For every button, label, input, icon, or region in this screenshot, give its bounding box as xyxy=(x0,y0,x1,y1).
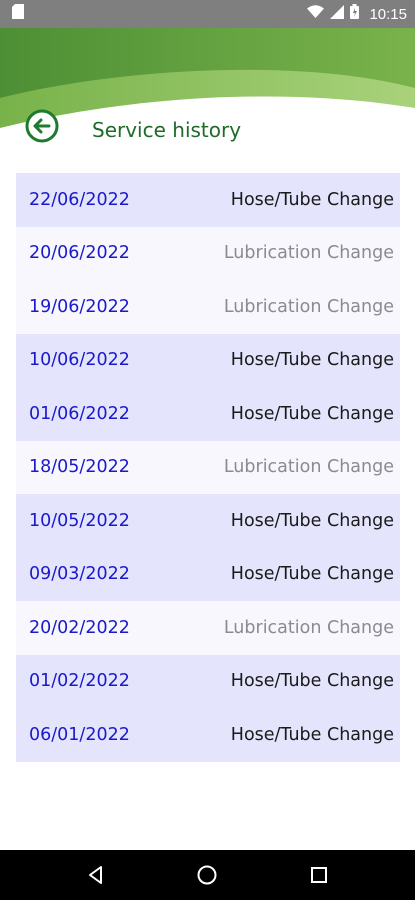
service-date: 20/02/2022 xyxy=(29,617,130,638)
service-type: Lubrication Change xyxy=(223,617,394,638)
service-type: Lubrication Change xyxy=(223,243,394,264)
navigation-bar xyxy=(0,850,415,900)
nav-recents-button[interactable] xyxy=(299,855,339,895)
service-type: Lubrication Change xyxy=(223,296,394,317)
service-date: 10/06/2022 xyxy=(29,350,130,371)
list-item[interactable]: 06/01/2022 Hose/Tube Change xyxy=(16,708,400,762)
list-item[interactable]: 20/06/2022 Lubrication Change xyxy=(16,226,400,280)
back-button[interactable] xyxy=(24,108,60,144)
nav-back-button[interactable] xyxy=(76,855,116,895)
service-date: 22/06/2022 xyxy=(29,189,130,210)
service-date: 01/06/2022 xyxy=(29,403,130,424)
page-title: Service history xyxy=(92,118,242,142)
service-date: 10/05/2022 xyxy=(29,510,130,531)
service-date: 06/01/2022 xyxy=(29,724,130,745)
home-circle-icon xyxy=(197,865,217,885)
service-date: 20/06/2022 xyxy=(29,243,130,264)
service-date: 19/06/2022 xyxy=(29,296,130,317)
service-date: 01/02/2022 xyxy=(29,671,130,692)
list-item[interactable]: 01/02/2022 Hose/Tube Change xyxy=(16,654,400,708)
status-time: 10:15 xyxy=(369,5,407,23)
service-type: Hose/Tube Change xyxy=(230,671,394,692)
list-item[interactable]: 20/02/2022 Lubrication Change xyxy=(16,601,400,655)
list-item[interactable]: 01/06/2022 Hose/Tube Change xyxy=(16,387,400,441)
signal-icon xyxy=(330,4,345,24)
service-type: Hose/Tube Change xyxy=(230,403,394,424)
list-item[interactable]: 19/06/2022 Lubrication Change xyxy=(16,280,400,334)
service-type: Lubrication Change xyxy=(223,457,394,478)
list-item[interactable]: 18/05/2022 Lubrication Change xyxy=(16,440,400,494)
battery-icon xyxy=(350,4,360,24)
back-arrow-icon xyxy=(25,109,59,143)
list-item[interactable]: 09/03/2022 Hose/Tube Change xyxy=(16,547,400,601)
sd-card-icon xyxy=(12,4,24,24)
service-type: Hose/Tube Change xyxy=(230,510,394,531)
service-type: Hose/Tube Change xyxy=(230,564,394,585)
back-triangle-icon xyxy=(88,866,102,884)
service-date: 18/05/2022 xyxy=(29,457,130,478)
service-type: Hose/Tube Change xyxy=(230,189,394,210)
service-history-list: 22/06/2022 Hose/Tube Change 20/06/2022 L… xyxy=(16,173,400,762)
service-type: Hose/Tube Change xyxy=(230,724,394,745)
recents-square-icon xyxy=(311,867,328,883)
header-wave-decoration xyxy=(0,28,415,168)
wifi-icon xyxy=(307,5,325,23)
list-item[interactable]: 22/06/2022 Hose/Tube Change xyxy=(16,173,400,227)
status-bar: 10:15 xyxy=(0,0,415,28)
service-type: Hose/Tube Change xyxy=(230,350,394,371)
nav-home-button[interactable] xyxy=(187,855,227,895)
service-date: 09/03/2022 xyxy=(29,564,130,585)
list-item[interactable]: 10/05/2022 Hose/Tube Change xyxy=(16,494,400,548)
list-item[interactable]: 10/06/2022 Hose/Tube Change xyxy=(16,333,400,387)
